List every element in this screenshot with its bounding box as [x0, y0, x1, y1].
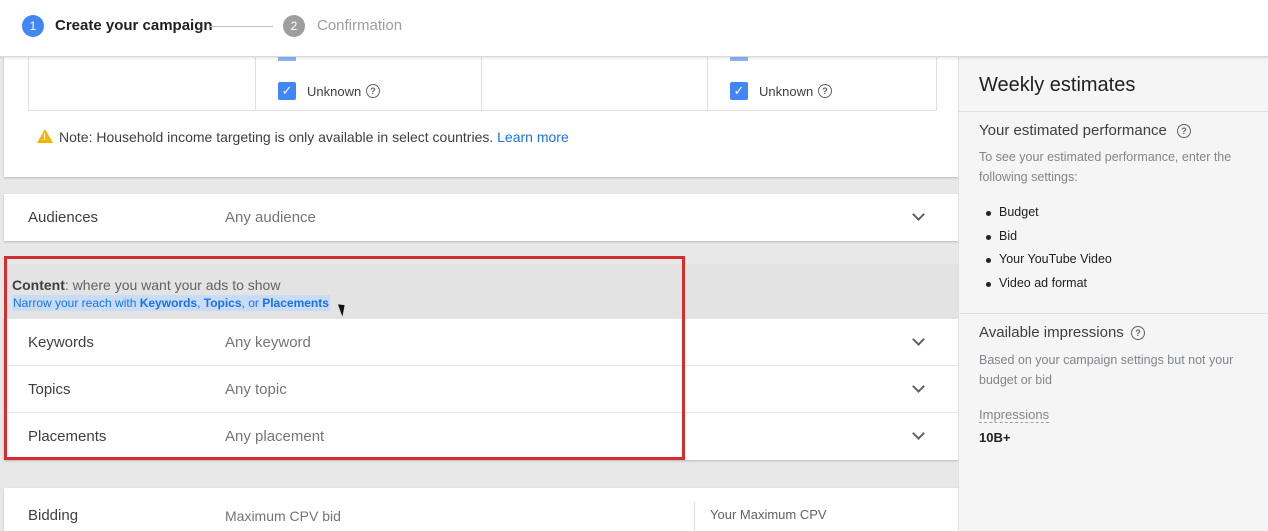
- audiences-value: Any audience: [225, 209, 316, 226]
- chevron-down-icon[interactable]: [912, 333, 925, 346]
- audiences-row[interactable]: Audiences Any audience: [4, 194, 958, 241]
- unknown-checkbox-2[interactable]: ✓: [730, 82, 748, 100]
- perf-heading: Your estimated performance: [979, 122, 1167, 139]
- impressions-label[interactable]: Impressions: [979, 407, 1050, 423]
- step-2-label[interactable]: Confirmation: [317, 17, 402, 34]
- stepper-connector: [210, 26, 273, 27]
- chevron-down-icon[interactable]: [912, 208, 925, 221]
- bidding-label: Bidding: [28, 507, 79, 524]
- panel-divider: [959, 313, 1268, 314]
- bidding-value: Maximum CPV bid: [225, 508, 341, 524]
- help-icon[interactable]: ?: [818, 84, 832, 98]
- grid-divider: [255, 57, 256, 111]
- warning-icon: !: [37, 129, 53, 143]
- step-1-label[interactable]: Create your campaign: [55, 17, 213, 34]
- list-item: Bid: [985, 229, 1112, 253]
- highlight-box: [4, 256, 685, 460]
- household-income-card: ✓ Unknown ? ✓ Unknown ? ! Note: Household…: [4, 57, 958, 177]
- learn-more-link[interactable]: Learn more: [497, 129, 569, 145]
- note-text: Note: Household income targeting is only…: [59, 129, 494, 145]
- income-note: ! Note: Household income targeting is onl…: [37, 129, 569, 145]
- settings-list: Budget Bid Your YouTube Video Video ad f…: [985, 205, 1112, 300]
- grid-divider: [481, 57, 482, 111]
- help-icon[interactable]: ?: [1177, 124, 1191, 138]
- panel-divider: [959, 111, 1268, 112]
- max-cpv-label: Your Maximum CPV: [710, 507, 827, 522]
- income-grid: ✓ Unknown ? ✓ Unknown ?: [28, 57, 937, 111]
- checkbox-checked-icon[interactable]: [730, 57, 748, 61]
- step-2-indicator: 2: [283, 15, 305, 37]
- perf-text: To see your estimated performance, enter…: [979, 150, 1232, 184]
- unknown-checkbox-1[interactable]: ✓: [278, 82, 296, 100]
- checkbox-checked-icon[interactable]: [278, 57, 296, 61]
- grid-divider: [707, 57, 708, 111]
- avail-heading: Available impressions: [979, 324, 1124, 341]
- audiences-label: Audiences: [28, 209, 99, 226]
- weekly-estimates-panel: Weekly estimates Your estimated performa…: [958, 57, 1268, 531]
- list-item: Your YouTube Video: [985, 252, 1112, 276]
- campaign-form: ✓ Unknown ? ✓ Unknown ? ! Note: Household…: [0, 57, 958, 531]
- chevron-down-icon[interactable]: [912, 427, 925, 440]
- impressions-value: 10B+: [979, 430, 1011, 445]
- help-icon[interactable]: ?: [366, 84, 380, 98]
- campaign-stepper: 1 Create your campaign 2 Confirmation: [0, 0, 1268, 57]
- step-1-indicator: 1: [22, 15, 44, 37]
- chevron-down-icon[interactable]: [912, 380, 925, 393]
- list-item: Video ad format: [985, 276, 1112, 300]
- list-item: Budget: [985, 205, 1112, 229]
- avail-text: Based on your campaign settings but not …: [979, 353, 1234, 387]
- unknown-label-1: Unknown: [307, 84, 362, 99]
- unknown-label-2: Unknown: [759, 84, 814, 99]
- help-icon[interactable]: ?: [1131, 326, 1145, 340]
- panel-title: Weekly estimates: [979, 74, 1136, 96]
- bidding-divider: [694, 502, 695, 531]
- bidding-row[interactable]: Bidding Maximum CPV bid Your Maximum CPV: [4, 488, 958, 531]
